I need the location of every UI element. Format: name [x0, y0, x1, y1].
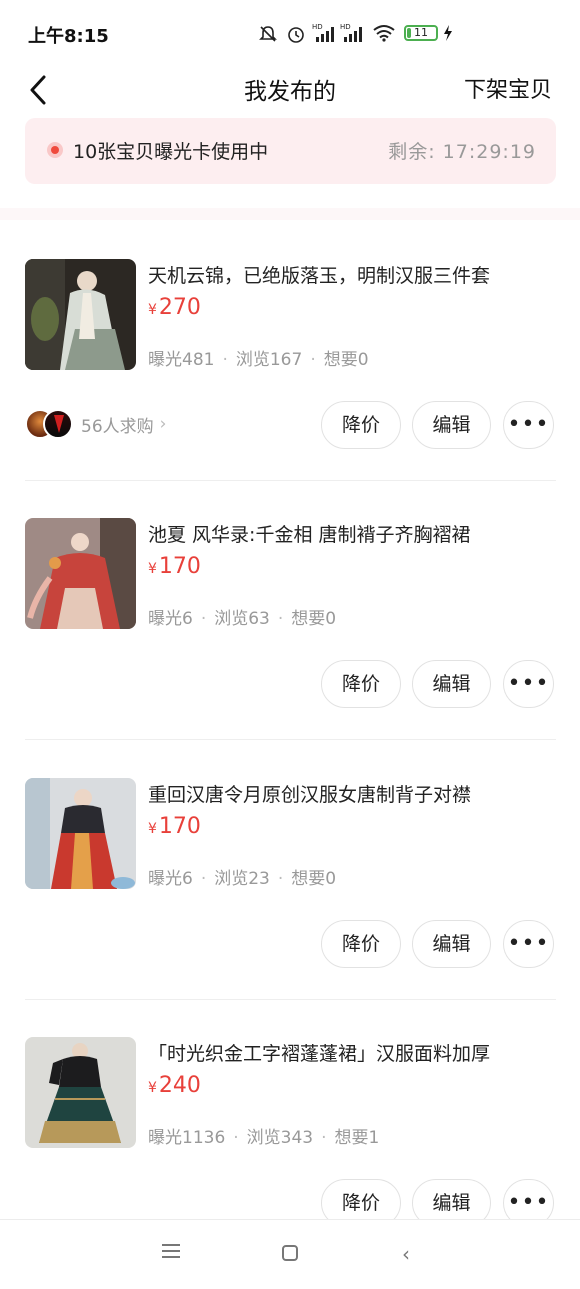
view-count: 浏览23: [214, 869, 270, 889]
more-options-button[interactable]: •••: [503, 401, 554, 449]
divider: [25, 480, 556, 481]
listing-stats: 曝光6 · 浏览63 · 想要0: [148, 609, 337, 629]
promo-text: 10张宝贝曝光卡使用中: [73, 141, 269, 163]
exposure-count: 曝光6: [148, 869, 193, 889]
listing-title: 池夏 风华录:千金相 唐制褙子齐胸褶裙: [148, 524, 471, 546]
delist-button[interactable]: 下架宝贝: [464, 72, 552, 104]
menu-icon[interactable]: [162, 1244, 180, 1258]
exposure-count: 曝光481: [148, 350, 215, 370]
listing-title: 重回汉唐令月原创汉服女唐制背子对襟: [148, 784, 472, 806]
listing-price: ¥170: [148, 554, 201, 579]
view-count: 浏览343: [246, 1128, 314, 1148]
charging-icon: [444, 25, 452, 41]
buyers-count: 56人求购: [81, 416, 154, 437]
edit-button[interactable]: 编辑: [412, 401, 491, 449]
reduce-price-button[interactable]: 降价: [321, 401, 401, 449]
section-divider: [0, 208, 580, 220]
system-back-icon[interactable]: ‹: [402, 1242, 410, 1266]
price-value: 270: [158, 295, 201, 320]
more-options-button[interactable]: •••: [503, 920, 554, 968]
nav-bar: 我发布的 下架宝贝: [0, 64, 580, 116]
price-value: 240: [158, 1073, 201, 1098]
divider: [25, 999, 556, 1000]
listing-item[interactable]: 天机云锦，已绝版落玉，明制汉服三件套 ¥270 曝光481 · 浏览167 · 想要0 …: [0, 259, 580, 518]
signal-hd-icon: HD: [340, 23, 362, 42]
svg-text:HD: HD: [312, 23, 323, 31]
listing-price: ¥270: [148, 295, 201, 320]
edit-button[interactable]: 编辑: [412, 660, 491, 708]
product-thumbnail[interactable]: [25, 1037, 136, 1148]
listing-title: 天机云锦，已绝版落玉，明制汉服三件套: [148, 265, 491, 287]
reduce-price-button[interactable]: 降价: [321, 660, 401, 708]
home-icon[interactable]: [282, 1245, 298, 1261]
want-count: 想要1: [334, 1128, 380, 1148]
wanted-buyers[interactable]: 56人求购 ›: [25, 408, 166, 440]
exposure-count: 曝光1136: [148, 1128, 226, 1148]
edit-button[interactable]: 编辑: [412, 920, 491, 968]
listing-price: ¥240: [148, 1073, 201, 1098]
battery-icon: 11: [404, 25, 438, 41]
want-count: 想要0: [291, 609, 337, 629]
svg-text:HD: HD: [340, 23, 351, 31]
currency-symbol: ¥: [148, 561, 157, 577]
more-dots-icon: •••: [507, 671, 550, 696]
status-time: 上午8:15: [28, 26, 109, 47]
listing-price: ¥170: [148, 814, 201, 839]
battery-level: 11: [414, 26, 428, 39]
exposure-card-banner[interactable]: 10张宝贝曝光卡使用中 剩余: 17:29:19: [25, 118, 556, 184]
more-options-button[interactable]: •••: [503, 660, 554, 708]
currency-symbol: ¥: [148, 821, 157, 837]
exposure-count: 曝光6: [148, 609, 193, 629]
avatar: [43, 409, 73, 439]
price-value: 170: [158, 814, 201, 839]
alarm-icon: [288, 27, 304, 43]
system-nav-bar: ‹: [0, 1219, 580, 1289]
status-bar: 上午8:15 HD HD 11: [0, 0, 580, 64]
divider: [25, 739, 556, 740]
product-thumbnail[interactable]: [25, 518, 136, 629]
chevron-right-icon: ›: [159, 414, 167, 434]
currency-symbol: ¥: [148, 302, 157, 318]
currency-symbol: ¥: [148, 1080, 157, 1096]
product-thumbnail[interactable]: [25, 259, 136, 370]
product-thumbnail[interactable]: [25, 778, 136, 889]
view-count: 浏览63: [214, 609, 270, 629]
reduce-price-button[interactable]: 降价: [321, 920, 401, 968]
price-value: 170: [158, 554, 201, 579]
wifi-icon: [373, 25, 395, 42]
promo-remaining-time: 剩余: 17:29:19: [388, 141, 536, 163]
listing-item[interactable]: 池夏 风华录:千金相 唐制褙子齐胸褶裙 ¥170 曝光6 · 浏览63 · 想要0 降价…: [0, 518, 580, 777]
signal-hd-icon: HD: [312, 23, 334, 42]
more-dots-icon: •••: [507, 931, 550, 956]
mute-icon: [259, 26, 277, 42]
more-dots-icon: •••: [507, 412, 550, 437]
listing-stats: 曝光6 · 浏览23 · 想要0: [148, 869, 337, 889]
listing-stats: 曝光1136 · 浏览343 · 想要1: [148, 1128, 380, 1148]
listing-stats: 曝光481 · 浏览167 · 想要0: [148, 350, 369, 370]
listing-item[interactable]: 重回汉唐令月原创汉服女唐制背子对襟 ¥170 曝光6 · 浏览23 · 想要0 降价 编…: [0, 778, 580, 1037]
view-count: 浏览167: [235, 350, 303, 370]
want-count: 想要0: [291, 869, 337, 889]
listing-title: 「时光织金工字褶蓬蓬裙」汉服面料加厚: [148, 1043, 491, 1065]
want-count: 想要0: [323, 350, 369, 370]
status-dot-icon: [47, 142, 63, 158]
